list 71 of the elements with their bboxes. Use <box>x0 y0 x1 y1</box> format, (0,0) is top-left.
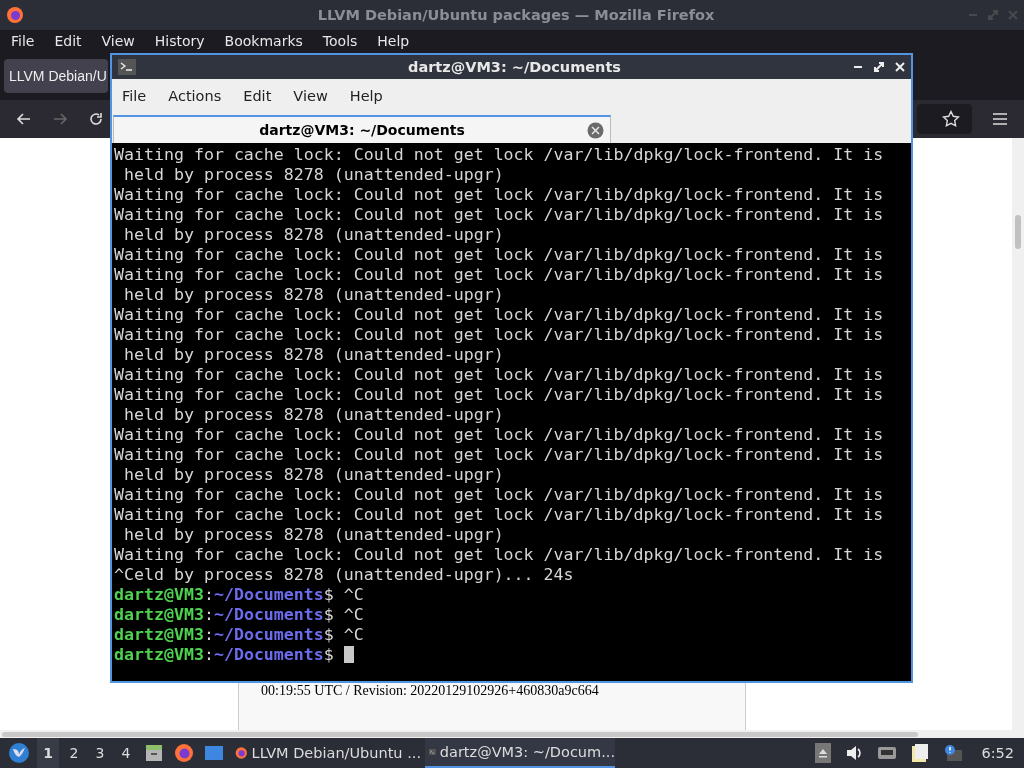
clipboard-icon[interactable] <box>911 743 930 763</box>
address-bar[interactable] <box>917 104 972 134</box>
firefox-icon <box>6 6 24 24</box>
menu-item[interactable]: Help <box>370 33 423 49</box>
output-line: held by process 8278 (unattended-upgr) <box>123 165 505 185</box>
menu-item[interactable]: Help <box>349 87 405 104</box>
menu-item[interactable]: File <box>122 87 169 104</box>
reload-icon[interactable] <box>88 111 104 127</box>
page-text: 00:19:55 UTC / Revision: 20220129102926+460830a9c664 <box>261 682 600 700</box>
menu-icon[interactable] <box>992 112 1008 126</box>
terminal-output-area[interactable] <box>112 143 911 681</box>
output-line: Waiting for cache lock: Could not get lock /var/lib/dpkg/lock-frontend. It is <box>114 205 885 225</box>
output-line: ^Celd by process 8278 (unattended-upgr)... 24s <box>114 565 575 585</box>
volume-icon[interactable] <box>845 745 864 761</box>
menu-item[interactable]: Edit <box>47 33 95 49</box>
output-line: Waiting for cache lock: Could not get lock /var/lib/dpkg/lock-frontend. It is <box>114 425 885 445</box>
output-line: held by process 8278 (unattended-upgr) <box>123 225 505 245</box>
window-title: dartz@VM3: ~/Documents <box>407 59 622 75</box>
menu-item[interactable]: View <box>94 33 148 49</box>
clock[interactable]: 6:52 <box>981 745 1014 761</box>
output-line: held by process 8278 (unattended-upgr) <box>123 285 505 305</box>
output-line: Waiting for cache lock: Could not get lock /var/lib/dpkg/lock-frontend. It is <box>114 305 885 325</box>
forward-icon[interactable] <box>52 111 68 127</box>
output-line: held by process 8278 (unattended-upgr) <box>123 345 505 365</box>
taskbar-task[interactable]: LLVM Debian/Ubuntu ... <box>231 738 421 768</box>
output-line: Waiting for cache lock: Could not get lock /var/lib/dpkg/lock-frontend. It is <box>114 145 885 165</box>
eject-icon[interactable] <box>815 743 832 763</box>
browser-tab[interactable]: LLVM Debian/U <box>4 59 108 93</box>
output-line: Waiting for cache lock: Could not get lock /var/lib/dpkg/lock-frontend. It is <box>114 185 885 205</box>
output-line: Waiting for cache lock: Could not get lock /var/lib/dpkg/lock-frontend. It is <box>114 365 885 385</box>
menu-item[interactable]: Actions <box>168 87 244 104</box>
bookmark-star-icon[interactable] <box>942 110 960 128</box>
output-line: Waiting for cache lock: Could not get lock /var/lib/dpkg/lock-frontend. It is <box>114 505 885 525</box>
menu-item[interactable]: File <box>4 33 48 49</box>
file-cabinet-icon[interactable] <box>144 743 164 763</box>
output-line: held by process 8278 (unattended-upgr) <box>123 465 505 485</box>
terminal-tab[interactable]: dartz@VM3: ~/Documents <box>113 115 611 143</box>
notification-icon[interactable] <box>943 744 964 762</box>
window-title: LLVM Debian/Ubuntu packages — Mozilla Firefox <box>316 7 716 23</box>
workspace-button[interactable]: 3 <box>89 738 111 768</box>
prompt-line: dartz@VM3:~/Documents$ ^C <box>114 605 365 625</box>
taskbar-task[interactable]: dartz@VM3: ~/Docum... <box>425 738 615 768</box>
back-icon[interactable] <box>16 111 32 127</box>
workspace-button[interactable]: 2 <box>63 738 85 768</box>
output-line: Waiting for cache lock: Could not get lock /var/lib/dpkg/lock-frontend. It is <box>114 385 885 405</box>
horizontal-scrollbar[interactable] <box>0 730 1024 738</box>
menu-item[interactable]: Tools <box>315 33 371 49</box>
menu-item[interactable]: Bookmarks <box>217 33 316 49</box>
output-line: Waiting for cache lock: Could not get lock /var/lib/dpkg/lock-frontend. It is <box>114 545 885 565</box>
output-line: Waiting for cache lock: Could not get lock /var/lib/dpkg/lock-frontend. It is <box>114 245 885 265</box>
menu-item[interactable]: History <box>147 33 218 49</box>
output-line: held by process 8278 (unattended-upgr) <box>123 405 505 425</box>
output-line: Waiting for cache lock: Could not get lock /var/lib/dpkg/lock-frontend. It is <box>114 485 885 505</box>
close-icon[interactable] <box>587 122 604 139</box>
workspace-button[interactable]: 1 <box>37 738 59 768</box>
vertical-scrollbar[interactable] <box>1012 138 1024 730</box>
prompt-line: dartz@VM3:~/Documents$ ^C <box>114 585 365 605</box>
output-line: held by process 8278 (unattended-upgr) <box>123 525 505 545</box>
prompt-line: dartz@VM3:~/Documents$ <box>114 645 911 665</box>
terminal-icon <box>118 59 136 75</box>
network-icon[interactable] <box>877 745 898 761</box>
firefox-icon[interactable] <box>174 743 194 763</box>
output-line: Waiting for cache lock: Could not get lock /var/lib/dpkg/lock-frontend. It is <box>114 445 885 465</box>
menu-item[interactable]: View <box>293 87 350 104</box>
window-icon[interactable] <box>204 744 224 762</box>
prompt-line: dartz@VM3:~/Documents$ ^C <box>114 625 365 645</box>
menu-item[interactable]: Edit <box>243 87 294 104</box>
output-line: Waiting for cache lock: Could not get lock /var/lib/dpkg/lock-frontend. It is <box>114 325 885 345</box>
start-menu-icon[interactable] <box>8 742 30 764</box>
output-line: Waiting for cache lock: Could not get lock /var/lib/dpkg/lock-frontend. It is <box>114 265 885 285</box>
workspace-button[interactable]: 4 <box>115 738 137 768</box>
